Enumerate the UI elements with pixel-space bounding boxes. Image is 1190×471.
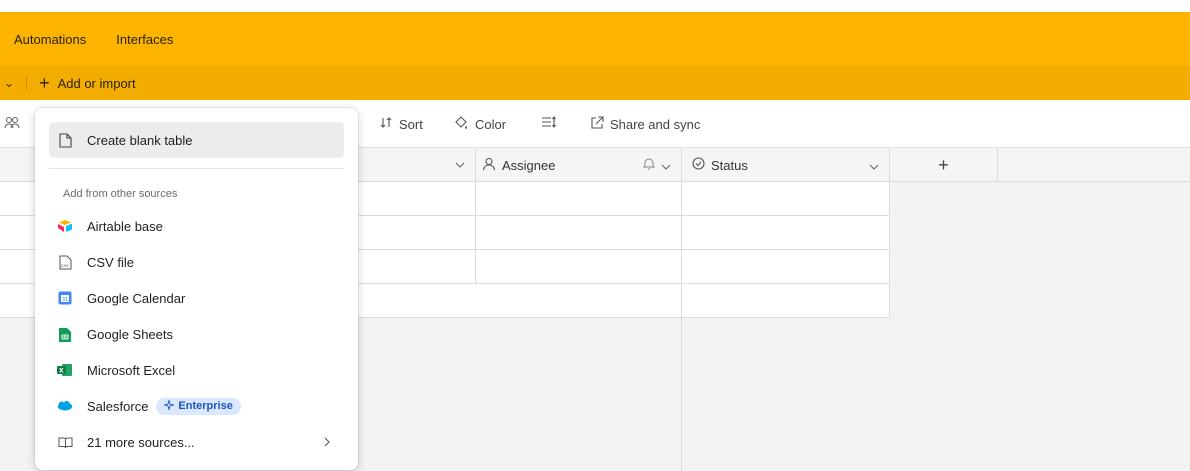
table-cell[interactable] xyxy=(682,250,890,284)
csv-file-icon: csv xyxy=(57,254,73,270)
menu-item-label: Google Calendar xyxy=(87,290,186,306)
sparkle-icon xyxy=(163,398,176,413)
top-nav-bar: Automations Interfaces xyxy=(0,12,1190,66)
plus-icon[interactable]: + xyxy=(39,74,50,92)
divider xyxy=(26,76,28,90)
row-height-button[interactable] xyxy=(541,116,557,131)
sort-icon xyxy=(380,116,393,132)
status-label: Status xyxy=(711,157,748,173)
create-blank-table-label: Create blank table xyxy=(87,132,193,148)
table-cell[interactable] xyxy=(682,216,890,250)
color-label: Color xyxy=(475,117,507,132)
menu-item-more-sources[interactable]: 21 more sources... xyxy=(49,424,344,460)
table-cell[interactable] xyxy=(476,182,682,216)
column-header-assignee[interactable]: Assignee xyxy=(476,148,682,182)
menu-item-label: Salesforce xyxy=(87,398,149,414)
paint-bucket-icon xyxy=(453,116,469,133)
tab-interfaces[interactable]: Interfaces xyxy=(116,32,173,47)
menu-item-label: CSV file xyxy=(87,254,134,270)
menu-item-label: Microsoft Excel xyxy=(87,362,176,378)
table-tabs-bar: ⌄ + Add or import xyxy=(0,66,1190,100)
airtable-icon xyxy=(57,218,73,234)
status-circle-icon xyxy=(692,157,705,173)
svg-text:31: 31 xyxy=(62,297,68,303)
svg-text:csv: csv xyxy=(61,264,69,269)
add-or-import-menu: Create blank table Add from other source… xyxy=(35,108,358,470)
table-cell xyxy=(682,284,890,318)
menu-item-label: Airtable base xyxy=(87,218,163,234)
column-header-status[interactable]: Status xyxy=(682,148,890,182)
share-and-sync-button[interactable]: Share and sync xyxy=(590,116,700,133)
section-label: Add from other sources xyxy=(63,188,178,200)
table-cell[interactable] xyxy=(476,216,682,250)
menu-item-label: Google Sheets xyxy=(87,326,174,342)
enterprise-label: Enterprise xyxy=(178,400,233,412)
google-sheets-icon xyxy=(57,326,73,342)
bell-icon[interactable] xyxy=(642,157,656,173)
user-icon xyxy=(482,157,496,174)
share-and-sync-label: Share and sync xyxy=(610,117,701,132)
tab-automations[interactable]: Automations xyxy=(14,32,86,47)
group-icon[interactable] xyxy=(4,116,20,130)
chevron-down-icon[interactable] xyxy=(455,159,465,171)
menu-item-google-calendar[interactable]: 31 Google Calendar xyxy=(49,280,344,316)
menu-item-microsoft-excel[interactable]: X Microsoft Excel xyxy=(49,352,344,388)
svg-text:X: X xyxy=(59,368,64,375)
menu-item-csv-file[interactable]: csv CSV file xyxy=(49,244,344,280)
book-icon xyxy=(57,434,73,450)
salesforce-icon xyxy=(57,398,73,414)
chevron-down-icon[interactable] xyxy=(869,158,879,173)
assignee-label: Assignee xyxy=(502,157,556,173)
add-field-button[interactable]: + xyxy=(890,148,998,182)
chevron-right-icon xyxy=(324,434,330,450)
microsoft-excel-icon: X xyxy=(57,362,73,378)
enterprise-badge: Enterprise xyxy=(156,397,241,415)
sort-label: Sort xyxy=(399,116,423,132)
table-cell[interactable] xyxy=(682,182,890,216)
add-or-import-button[interactable]: Add or import xyxy=(58,76,136,91)
divider xyxy=(681,318,682,471)
color-button[interactable]: Color xyxy=(453,116,506,133)
column-header-icons xyxy=(642,157,671,173)
menu-item-label: 21 more sources... xyxy=(87,434,195,450)
menu-item-google-sheets[interactable]: Google Sheets xyxy=(49,316,344,352)
chevron-down-icon[interactable] xyxy=(661,158,671,173)
row-height-icon xyxy=(541,116,557,131)
menu-item-airtable-base[interactable]: Airtable base xyxy=(49,208,344,244)
external-link-icon xyxy=(590,116,604,133)
divider xyxy=(49,168,344,169)
chevron-down-icon[interactable]: ⌄ xyxy=(4,76,14,90)
table-cell[interactable] xyxy=(476,250,682,284)
create-blank-table-item[interactable]: Create blank table xyxy=(49,122,344,158)
menu-item-salesforce[interactable]: Salesforce Enterprise xyxy=(49,388,344,424)
google-calendar-icon: 31 xyxy=(57,290,73,306)
sort-button[interactable]: Sort xyxy=(380,116,423,132)
document-icon xyxy=(57,132,73,148)
